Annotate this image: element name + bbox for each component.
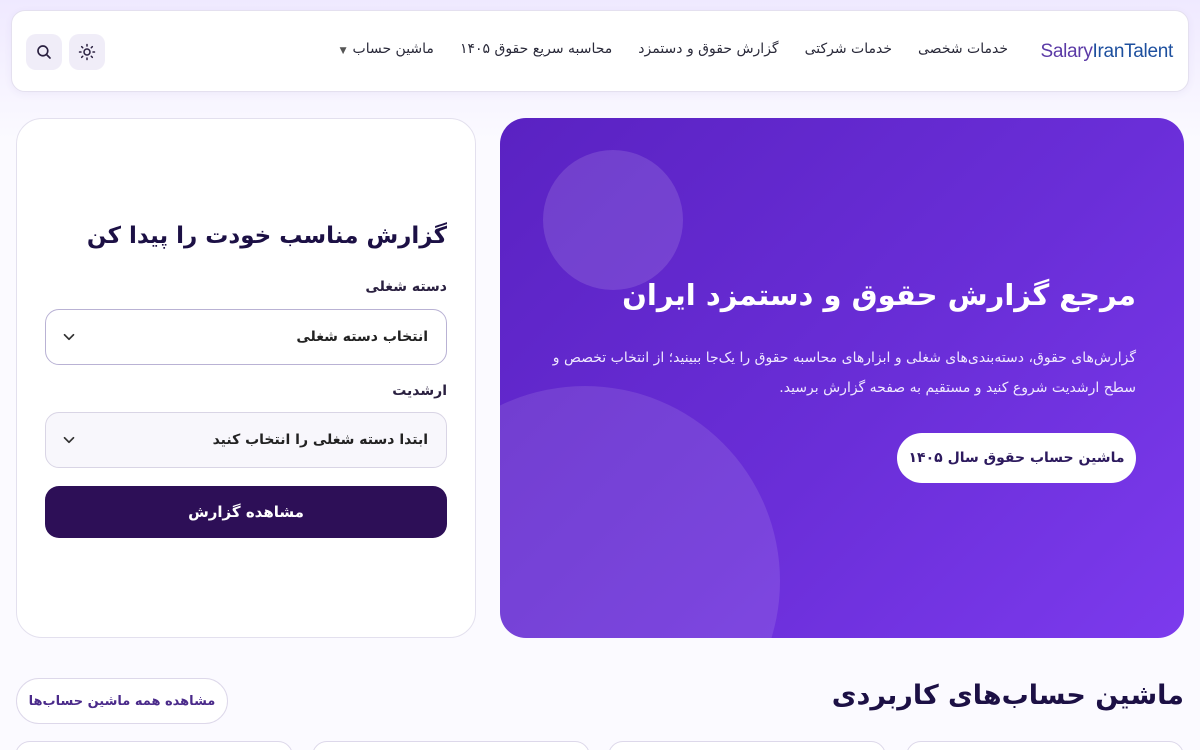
brand-logo[interactable]: SalaryIranTalent (1040, 41, 1173, 63)
view-all-calculators-button[interactable]: مشاهده همه ماشین حساب‌ها (16, 678, 228, 724)
calculator-card[interactable] (608, 741, 886, 750)
main-nav: خدمات شخصی خدمات شرکتی گزارش حقوق و دستم… (340, 41, 1008, 57)
category-select-value: انتخاب دسته شغلی (296, 329, 428, 345)
chevron-down-icon: ▼ (339, 46, 347, 56)
nav-item-quick-calc[interactable]: محاسبه سریع حقوق ۱۴۰۵ (460, 41, 612, 57)
calculator-card[interactable] (15, 741, 293, 750)
hero-title: مرجع گزارش حقوق و دستمزد ایران (622, 278, 1136, 312)
chevron-down-icon (60, 328, 78, 346)
hero-banner: مرجع گزارش حقوق و دستمزد ایران گزارش‌های… (500, 118, 1184, 638)
search-icon (37, 45, 51, 59)
category-label: دسته شغلی (365, 279, 447, 295)
nav-item-corporate-services[interactable]: خدمات شرکتی (805, 41, 892, 57)
calculator-card[interactable] (906, 741, 1184, 750)
calculators-section-title: ماشین حساب‌های کاربردی (831, 680, 1184, 711)
finder-title: گزارش مناسب خودت را پیدا کن (86, 223, 447, 249)
report-finder-card: گزارش مناسب خودت را پیدا کن دسته شغلی ان… (16, 118, 476, 638)
search-button[interactable] (26, 34, 62, 70)
seniority-select[interactable]: ابتدا دسته شغلی را انتخاب کنید (45, 412, 447, 468)
seniority-label: ارشدیت (392, 383, 447, 399)
nav-item-personal-services[interactable]: خدمات شخصی (918, 41, 1008, 57)
chevron-down-icon (60, 431, 78, 449)
sun-icon (78, 43, 96, 61)
salary-calculator-button[interactable]: ماشین حساب حقوق سال ۱۴۰۵ (897, 433, 1136, 483)
nav-item-calculator-dropdown[interactable]: ماشین حساب▼ (340, 41, 434, 57)
hero-description: گزارش‌های حقوق، دسته‌بندی‌های شغلی و ابز… (552, 350, 1136, 396)
category-select[interactable]: انتخاب دسته شغلی (45, 309, 447, 365)
top-header: SalaryIranTalent خدمات شخصی خدمات شرکتی … (11, 10, 1189, 92)
decorative-circle (543, 150, 683, 290)
seniority-select-value: ابتدا دسته شغلی را انتخاب کنید (212, 432, 428, 448)
decorative-circle (500, 386, 780, 638)
calculator-card[interactable] (312, 741, 590, 750)
theme-toggle-button[interactable] (69, 34, 105, 70)
view-report-button[interactable]: مشاهده گزارش (45, 486, 447, 538)
nav-item-salary-report[interactable]: گزارش حقوق و دستمزد (638, 41, 778, 57)
